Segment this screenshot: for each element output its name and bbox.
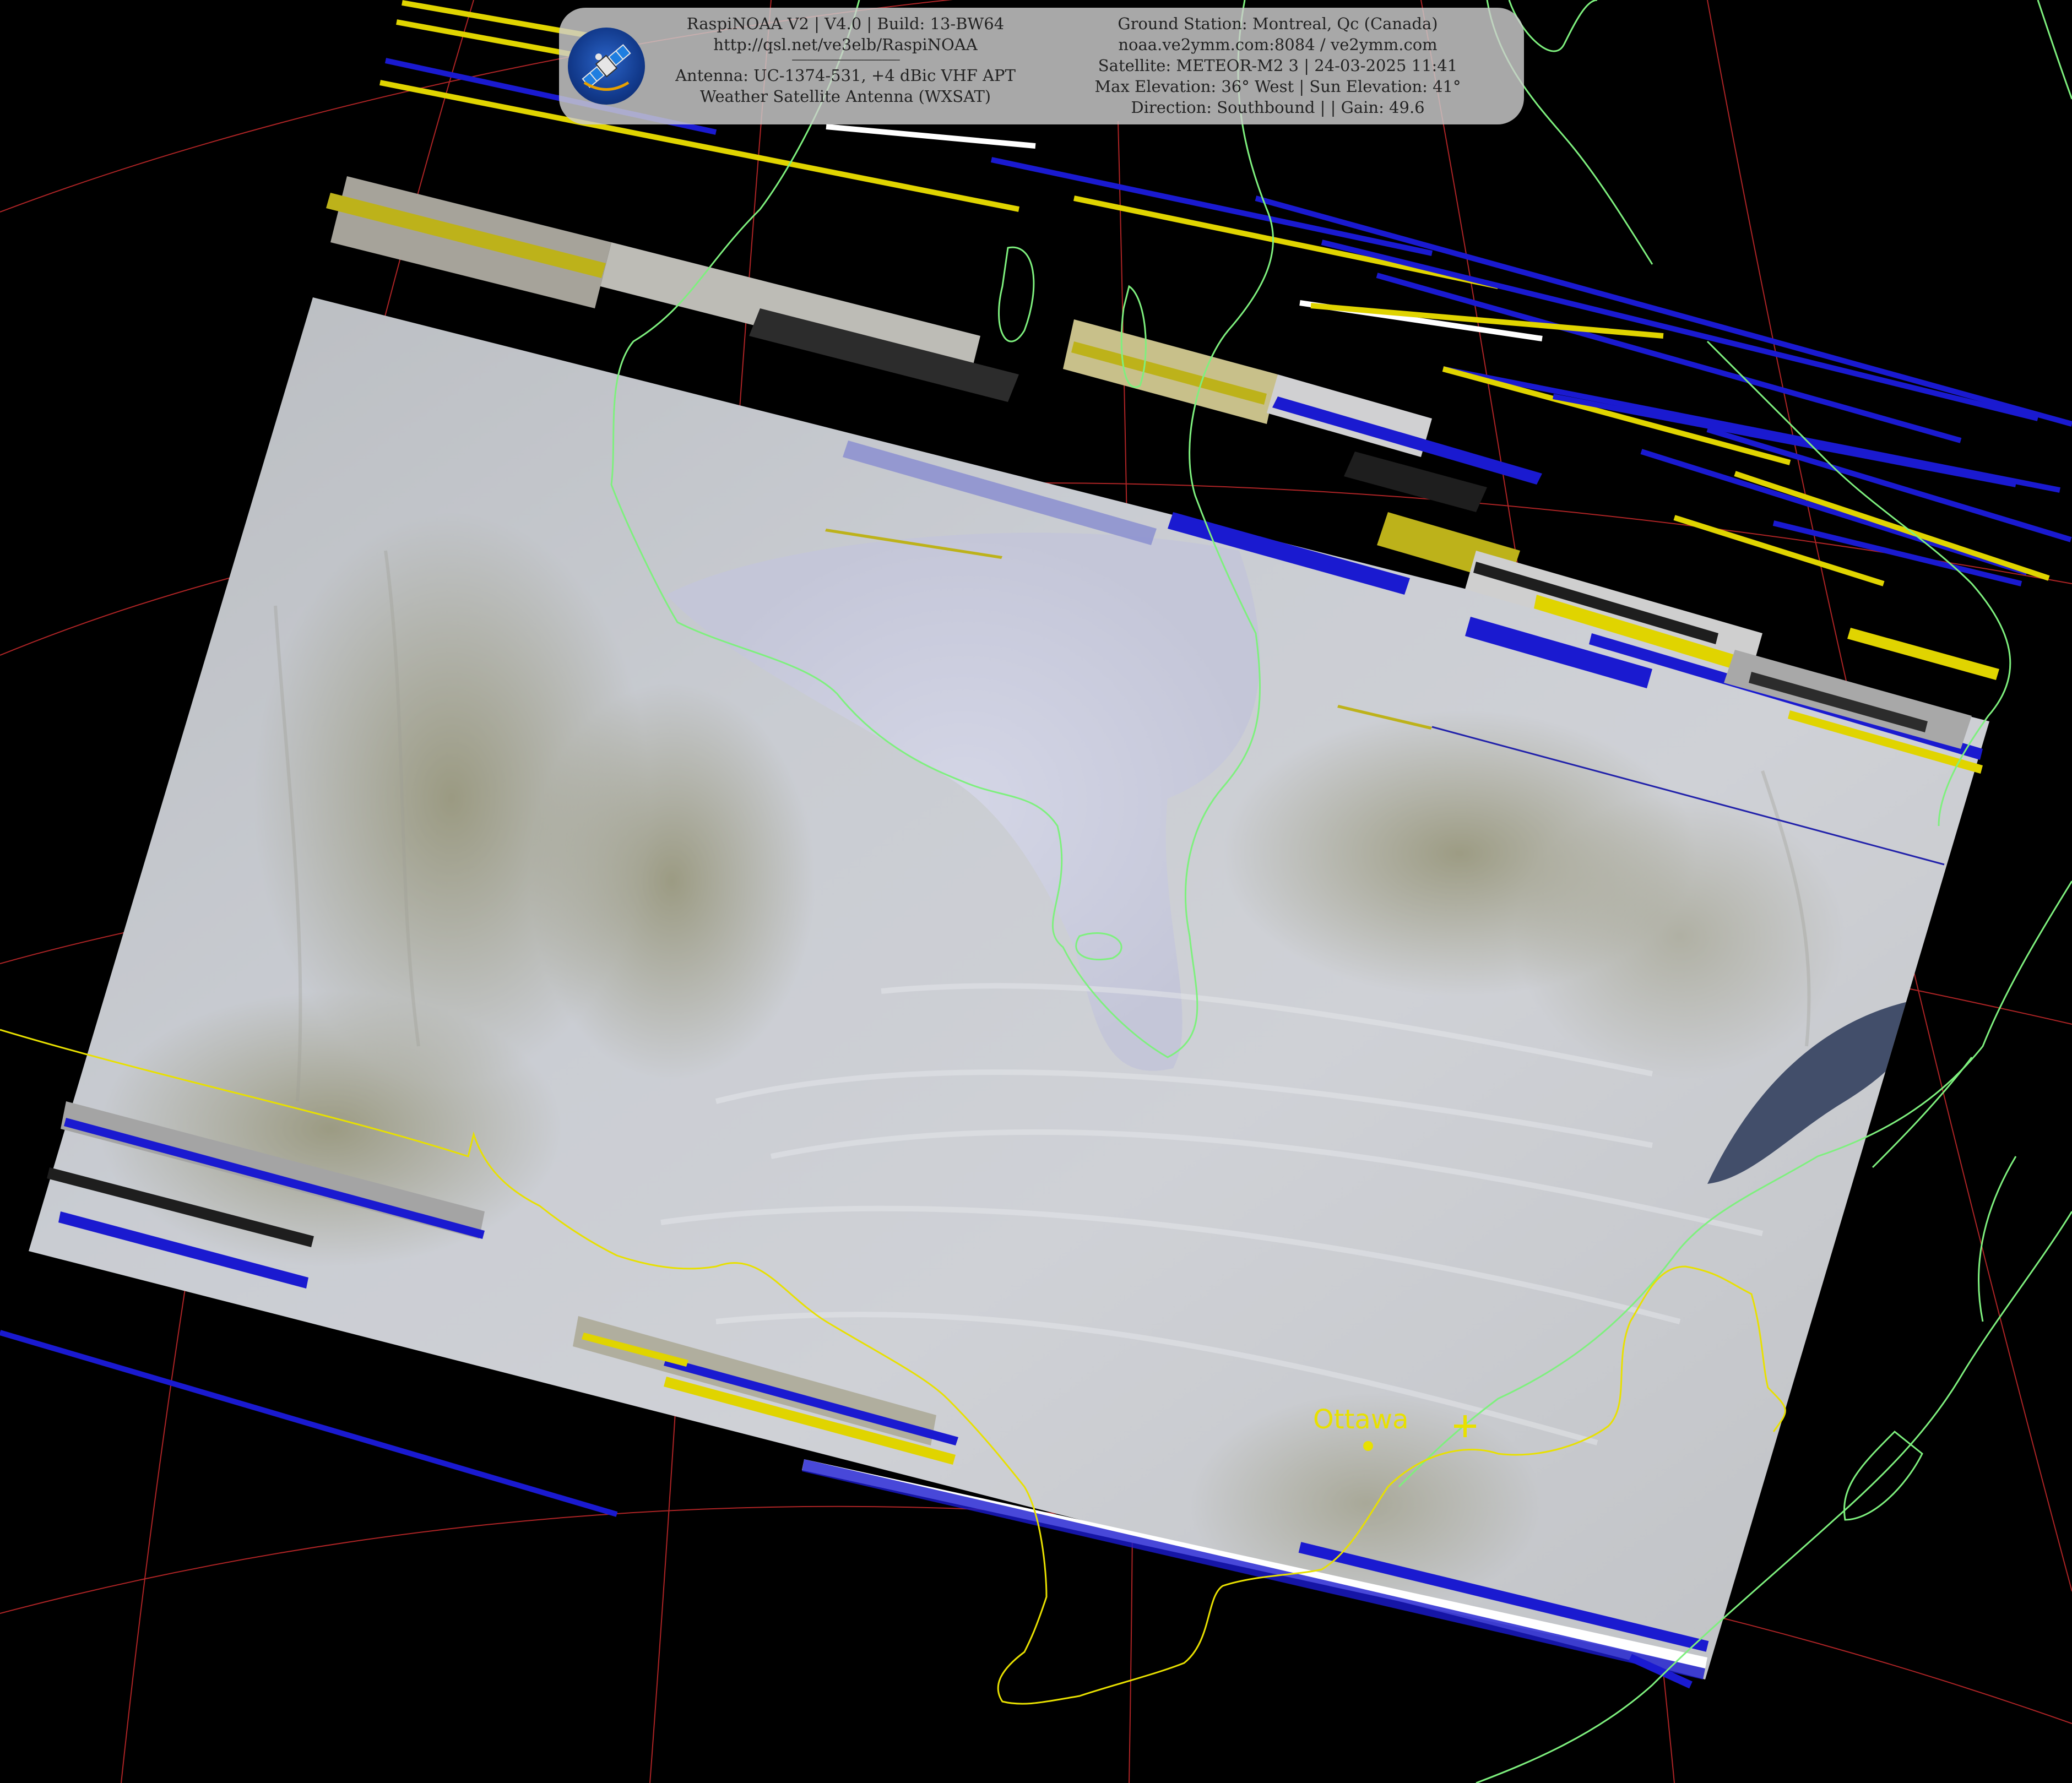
header-right-column: Ground Station: Montreal, Qc (Canada) no… <box>1038 13 1517 118</box>
info-header: RaspiNOAA V2 | V4.0 | Build: 13-BW64 htt… <box>559 8 1524 124</box>
header-right-line-2: noaa.ve2ymm.com:8084 / ve2ymm.com <box>1118 35 1438 54</box>
city-label: Ottawa <box>1313 1404 1409 1435</box>
city-dot <box>1363 1441 1373 1451</box>
header-right-line-1: Ground Station: Montreal, Qc (Canada) <box>1118 14 1438 33</box>
header-left-line-3: Antenna: UC-1374-531, +4 dBic VHF APT <box>675 66 1016 85</box>
header-left-line-4: Weather Satellite Antenna (WXSAT) <box>699 87 991 106</box>
header-separator: ------------------------------------ <box>791 53 901 67</box>
header-left-line-2: http://qsl.net/ve3elb/RaspiNOAA <box>713 35 978 54</box>
image-swath <box>29 176 1999 1679</box>
header-right-line-5: Direction: Southbound | | Gain: 49.6 <box>1131 98 1425 117</box>
satellite-map <box>0 0 2072 1783</box>
satellite-icon <box>568 28 645 105</box>
header-left-column: RaspiNOAA V2 | V4.0 | Build: 13-BW64 htt… <box>647 13 1044 107</box>
header-right-line-3: Satellite: METEOR-M2 3 | 24-03-2025 11:4… <box>1098 56 1458 75</box>
header-right-line-4: Max Elevation: 36° West | Sun Elevation:… <box>1094 77 1461 96</box>
satellite-image-viewer: Ottawa RaspiNOAA V2 | V4.0 | Build: 13-B… <box>0 0 2072 1783</box>
header-left-line-1: RaspiNOAA V2 | V4.0 | Build: 13-BW64 <box>686 14 1005 33</box>
